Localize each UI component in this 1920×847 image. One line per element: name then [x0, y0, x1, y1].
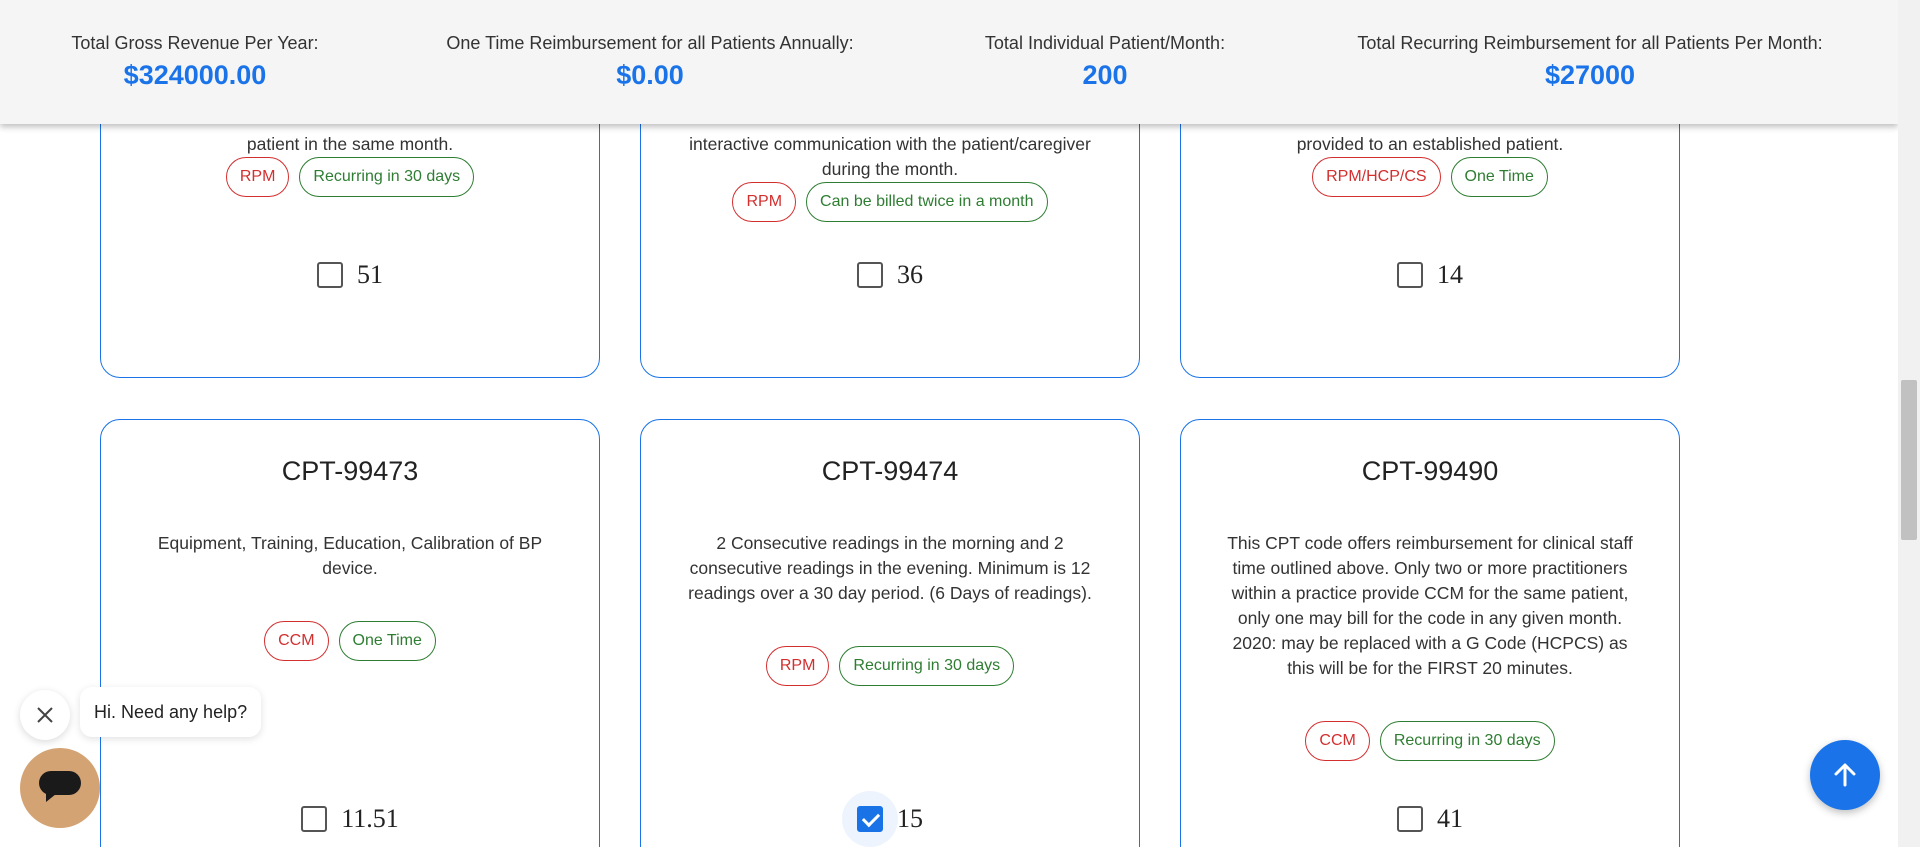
card-description: This CPT code offers reimbursement for c… [1227, 533, 1633, 678]
stat-label: Total Individual Patient/Month: [984, 33, 1226, 53]
stat-total-individual-patient: Total Individual Patient/Month: 200 [965, 33, 1245, 91]
card-title: CPT-99474 [821, 456, 959, 486]
card-description: interactive communication with the patie… [689, 134, 1091, 179]
category-tag: RPM [732, 182, 797, 222]
stat-label: Total Gross Revenue Per Year: [71, 33, 319, 53]
card-value: 41 [1437, 804, 1463, 833]
chat-bubble-icon [39, 771, 81, 802]
stat-value: 200 [1082, 60, 1128, 90]
frequency-tag: Recurring in 30 days [1379, 721, 1555, 761]
card-tags: RPM Recurring in 30 days [101, 157, 599, 197]
stat-value: $0.00 [616, 60, 684, 90]
card-value: 11.51 [341, 804, 399, 833]
card-tags: RPM Recurring in 30 days [641, 646, 1139, 686]
card-tags: RPM Can be billed twice in a month [641, 182, 1139, 222]
card-checkbox[interactable] [317, 262, 343, 288]
category-tag: RPM/HCP/CS [1312, 157, 1441, 197]
card-value: 51 [357, 260, 383, 289]
card-title: CPT-99473 [281, 456, 419, 486]
card-checkbox[interactable] [1397, 806, 1423, 832]
card-value: 36 [897, 260, 923, 289]
scrollbar-thumb[interactable] [1901, 380, 1917, 540]
stat-value: $27000 [1544, 60, 1636, 90]
stat-label: One Time Reimbursement for all Patients … [446, 33, 854, 53]
stat-one-time-reimbursement: One Time Reimbursement for all Patients … [435, 33, 865, 91]
summary-bar: Total Gross Revenue Per Year: $324000.00… [0, 0, 1898, 124]
card-select: 36 [641, 260, 1139, 290]
card-select: 11.51 [101, 804, 599, 834]
frequency-tag: Recurring in 30 days [299, 157, 475, 197]
checkbox-focus-halo [842, 791, 898, 847]
card-value: 15 [897, 804, 923, 833]
category-tag: CCM [264, 621, 329, 661]
card-checkbox[interactable] [1397, 262, 1423, 288]
card-select: 14 [1181, 260, 1679, 290]
card-select: 51 [101, 260, 599, 290]
cpt-card-99474: CPT-99474 2 Consecutive readings in the … [640, 419, 1140, 847]
page: Total Gross Revenue Per Year: $324000.00… [0, 0, 1920, 847]
card-description: provided to an established patient. [1296, 134, 1564, 154]
card-description: Equipment, Training, Education, Calibrat… [157, 533, 543, 578]
card-tags: CCM One Time [101, 621, 599, 661]
card-description: patient in the same month. [246, 134, 454, 154]
cpt-card-99473: CPT-99473 Equipment, Training, Education… [100, 419, 600, 847]
chat-greeting[interactable]: Hi. Need any help? [80, 687, 262, 737]
stat-total-recurring-reimbursement: Total Recurring Reimbursement for all Pa… [1345, 33, 1835, 91]
card-checkbox[interactable] [842, 791, 898, 847]
stat-total-gross-revenue: Total Gross Revenue Per Year: $324000.00 [55, 33, 335, 91]
card-title: CPT-99490 [1361, 456, 1499, 486]
category-tag: RPM [765, 646, 830, 686]
chat-icon[interactable] [20, 748, 100, 828]
close-icon[interactable] [20, 690, 70, 740]
close-icon-glyph [37, 707, 53, 723]
card-select: 15 [641, 791, 1139, 847]
category-tag: RPM [225, 157, 290, 197]
frequency-tag: Recurring in 30 days [839, 646, 1015, 686]
card-description: 2 Consecutive readings in the morning an… [688, 533, 1092, 603]
card-select: 41 [1181, 804, 1679, 834]
card-tags: CCM Recurring in 30 days [1181, 721, 1679, 761]
frequency-tag: One Time [1450, 157, 1548, 197]
frequency-tag: One Time [338, 621, 436, 661]
card-value: 14 [1437, 260, 1463, 289]
card-checkbox[interactable] [301, 806, 328, 832]
cpt-card-99490: CPT-99490 This CPT code offers reimburse… [1180, 419, 1680, 847]
arrow-up-glyph [1834, 763, 1856, 787]
category-tag: CCM [1305, 721, 1370, 761]
card-checkbox[interactable] [857, 262, 883, 288]
frequency-tag: Can be billed twice in a month [806, 182, 1048, 222]
stat-label: Total Recurring Reimbursement for all Pa… [1357, 33, 1823, 53]
page-scrollbar[interactable] [1898, 0, 1920, 847]
card-tags: RPM/HCP/CS One Time [1181, 157, 1679, 197]
stat-value: $324000.00 [123, 60, 267, 90]
arrow-up-icon[interactable] [1810, 740, 1880, 810]
